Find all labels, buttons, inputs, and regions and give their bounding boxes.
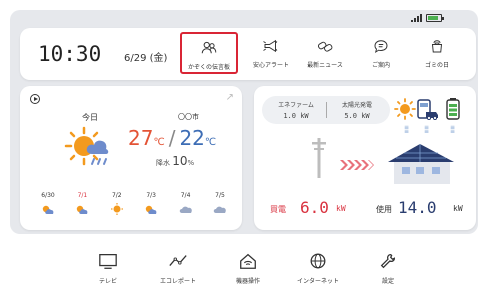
nav-settings[interactable]: 設定 — [358, 252, 418, 285]
divider — [326, 102, 327, 118]
menu-garbage-day[interactable]: ゴミの日 — [408, 32, 466, 74]
temp-low: 22℃ — [179, 126, 217, 150]
ev-car-icon — [417, 99, 438, 120]
sun-icon — [394, 98, 416, 120]
storage-battery-icon — [446, 98, 460, 120]
generation-summary: エネファーム 1.0 kW 太陽光発電 5.0 kW — [262, 96, 390, 124]
alert-icon — [263, 39, 278, 53]
signal-icon — [411, 14, 422, 22]
battery-icon — [426, 14, 444, 22]
date: 6/29 (金) — [124, 53, 168, 64]
cloud-icon — [213, 206, 226, 213]
city-label: 〇〇市 — [178, 113, 199, 121]
forecast-day: 7/2 — [103, 192, 131, 219]
menu-family-board[interactable]: かぞくの伝言板 — [180, 32, 238, 74]
buy-power-value: 6.0 — [300, 198, 329, 217]
family-icon — [201, 41, 217, 54]
menu-label: 安心アラート — [252, 62, 289, 69]
temp-high: 27℃ — [128, 126, 165, 150]
nav-tv[interactable]: テレビ — [78, 252, 138, 285]
cloud-icon — [179, 206, 192, 213]
sun-cloud-icon — [77, 205, 88, 214]
wrench-icon — [380, 253, 396, 269]
menu-label: 最新ニュース — [307, 62, 343, 69]
forecast-list: 6/30 7/1 7/2 7/3 7/4 7/5 — [34, 192, 234, 219]
house-icon — [388, 144, 454, 184]
expand-icon[interactable]: ↗ — [226, 92, 234, 103]
forecast-day: 7/1 — [68, 192, 96, 219]
status-bar — [411, 14, 444, 22]
forecast-day: 7/3 — [137, 192, 165, 219]
temperature: 27℃/22℃ — [128, 126, 216, 150]
globe-icon — [310, 253, 326, 269]
menu-label: かぞくの伝言板 — [187, 64, 230, 71]
sun-rain-icon — [64, 126, 109, 166]
ene-farm: エネファーム 1.0 kW — [278, 102, 314, 120]
graph-icon — [169, 255, 187, 266]
buy-power-unit: kW — [336, 204, 346, 213]
menu-safety-alert[interactable]: 安心アラート — [242, 32, 300, 74]
solar-generation: 太陽光発電 5.0 kW — [341, 102, 372, 120]
header-card: 10:30 6/29 (金) かぞくの伝言板 安心アラート 最新ニュース ご案内… — [20, 28, 476, 80]
bottom-nav: テレビ エコレポート 機器操作 インターネット 設定 — [0, 240, 488, 288]
home-wifi-icon — [240, 253, 256, 269]
today-label: 今日 — [82, 113, 98, 122]
sun-cloud-icon — [145, 205, 157, 214]
nav-eco-report[interactable]: エコレポート — [148, 252, 208, 285]
forecast-day: 6/30 — [34, 192, 62, 219]
play-icon[interactable] — [30, 94, 40, 104]
flow-down-arrows: ≡ ≡ — [424, 124, 430, 135]
menu-latest-news[interactable]: 最新ニュース — [296, 32, 354, 74]
weather-card[interactable]: ↗ 今日 〇〇市 27℃/22℃ 降水 10% 6/30 7/1 7/2 7/3… — [20, 86, 242, 230]
flow-down-arrows: ≡ ≡ — [450, 124, 456, 135]
menu-guide[interactable]: ご案内 — [352, 32, 410, 74]
usage-value: 14.0 — [398, 198, 437, 217]
buy-power-label: 買電 — [270, 205, 286, 214]
clock: 10:30 — [38, 42, 102, 66]
energy-card[interactable]: エネファーム 1.0 kW 太陽光発電 5.0 kW ≡ ≡ ≡ ≡ ≡ ≡ 買… — [254, 86, 476, 230]
chat-icon — [374, 40, 388, 54]
rain-chance: 降水 10% — [156, 154, 195, 168]
forecast-day: 7/4 — [172, 192, 200, 219]
forecast-day: 7/5 — [206, 192, 234, 219]
tv-icon — [99, 253, 117, 269]
nav-device-control[interactable]: 機器操作 — [218, 252, 278, 285]
nav-internet[interactable]: インターネット — [288, 252, 348, 285]
flow-down-arrows: ≡ ≡ — [404, 124, 410, 135]
menu-label: ゴミの日 — [424, 62, 449, 69]
utility-pole-icon — [312, 138, 326, 178]
garbage-icon — [431, 40, 443, 53]
usage-label: 使用 — [376, 205, 392, 214]
sun-cloud-icon — [42, 205, 54, 214]
news-icon — [317, 41, 333, 52]
usage-unit: kW — [453, 204, 463, 213]
sun-icon — [110, 203, 123, 215]
menu-label: ご案内 — [371, 62, 390, 69]
temp-separator: / — [168, 126, 176, 150]
power-flow-arrows — [340, 160, 374, 170]
